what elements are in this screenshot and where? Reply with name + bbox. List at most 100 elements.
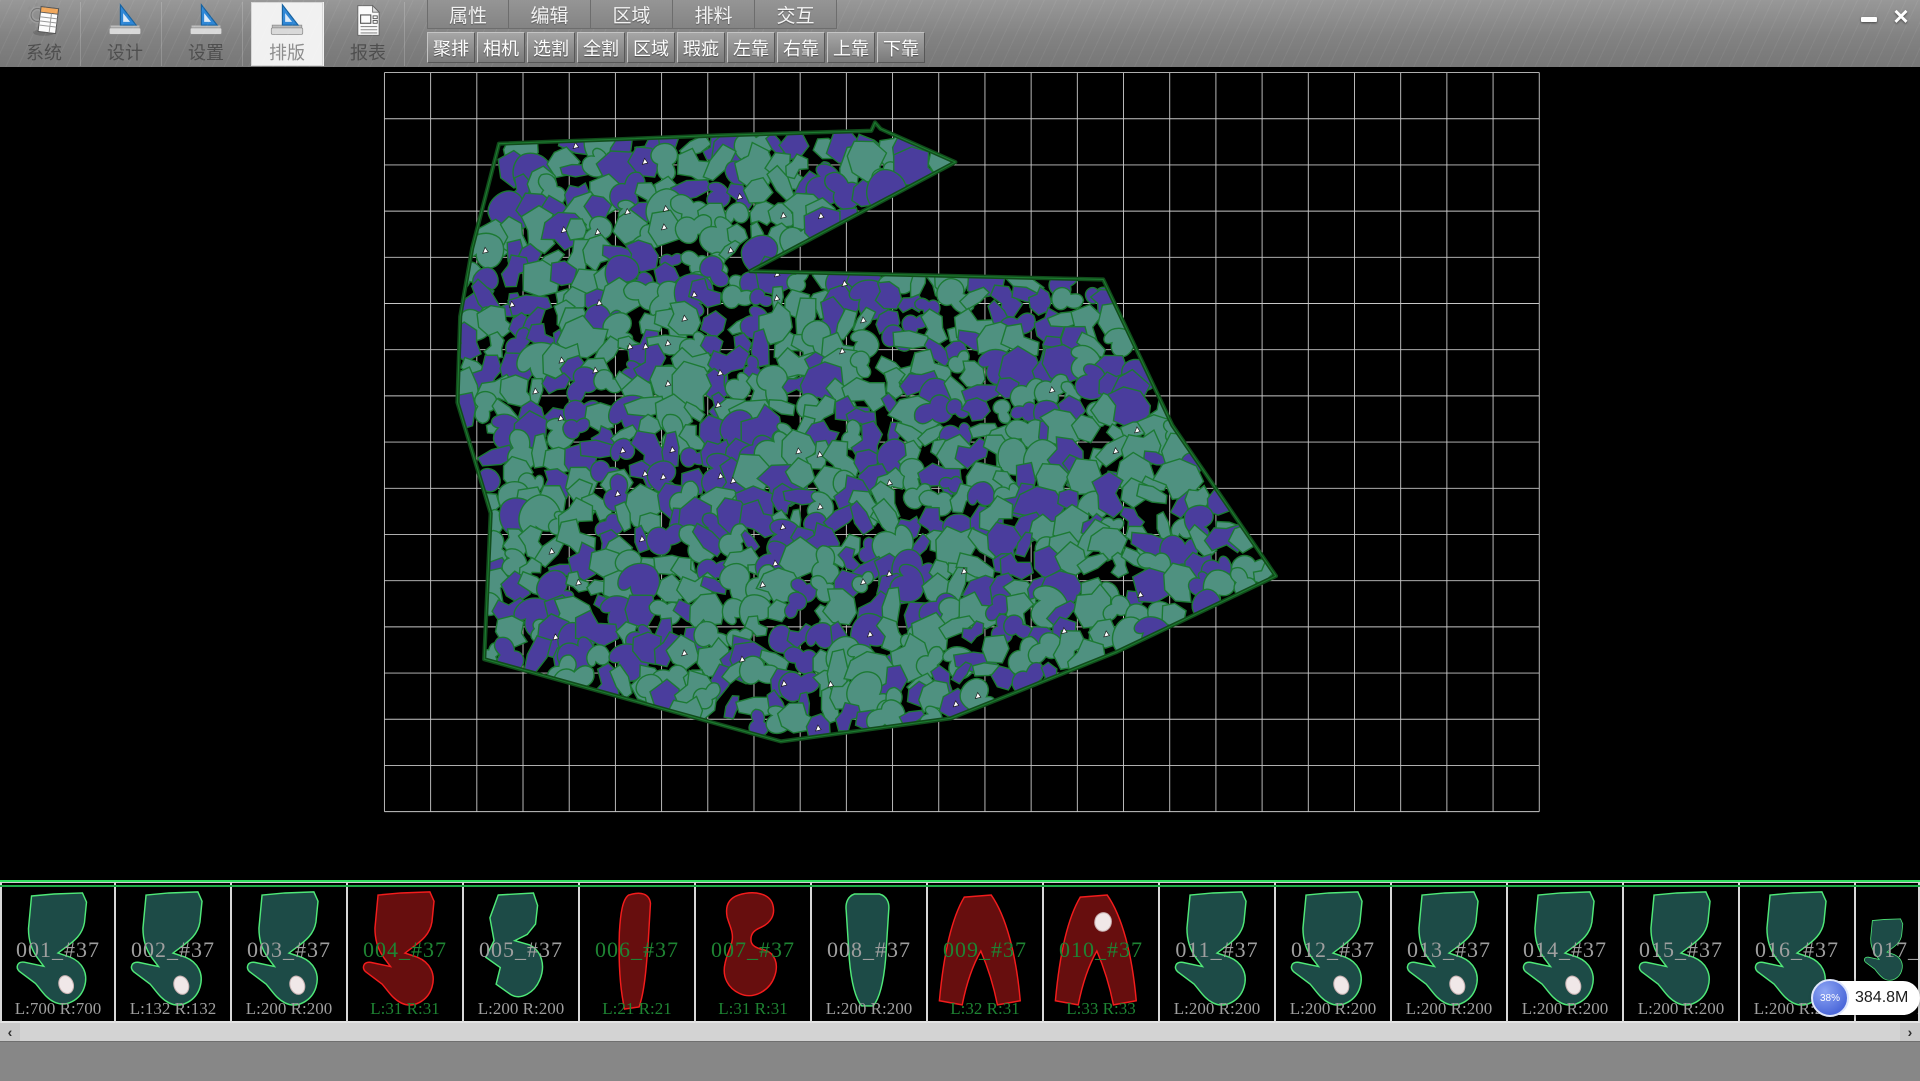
piece-id-label: 002_#37: [116, 937, 230, 963]
app-button-label: 排版: [269, 39, 305, 65]
piece-id-label: 004_#37: [348, 937, 462, 963]
tool-cluster-nest[interactable]: 聚排: [427, 32, 475, 63]
piece-id-label: 006_#37: [580, 937, 694, 963]
tool-region[interactable]: 区域: [627, 32, 675, 63]
horizontal-scrollbar[interactable]: ‹ ›: [0, 1023, 1920, 1041]
close-icon: ×: [1893, 3, 1908, 29]
piece-lr-count: L:200 R:200: [232, 999, 346, 1019]
piece-lr-count: L:700 R:700: [2, 999, 114, 1019]
piece-lr-count: L:132 R:132: [116, 999, 230, 1019]
design-icon: [105, 2, 145, 39]
piece-thumbnail[interactable]: 011_#37 L:200 R:200: [1160, 882, 1276, 1023]
system-icon: [24, 2, 64, 39]
tool-snap-right[interactable]: 右靠: [777, 32, 825, 63]
minimize-icon: [1861, 17, 1877, 22]
piece-thumbnail[interactable]: 003_#37 L:200 R:200: [232, 882, 348, 1023]
scrollbar-track[interactable]: [20, 1023, 1900, 1041]
memory-value: 384.8M: [1855, 989, 1908, 1007]
piece-id-label: 013_#37: [1392, 937, 1506, 963]
piece-lr-count: L:200 R:200: [1276, 999, 1390, 1019]
layout-icon: [267, 2, 307, 39]
piece-lr-count: L:200 R:200: [1624, 999, 1738, 1019]
tool-snap-top[interactable]: 上靠: [827, 32, 875, 63]
piece-thumbnail[interactable]: 007_#37 L:31 R:31: [696, 882, 812, 1023]
piece-thumbnail[interactable]: 004_#37 L:31 R:31: [348, 882, 464, 1023]
piece-lr-count: L:31 R:31: [348, 999, 462, 1019]
piece-id-label: 008_#37: [812, 937, 926, 963]
tool-select-cut[interactable]: 选割: [527, 32, 575, 63]
piece-thumbnail[interactable]: 009_#37 L:32 R:31: [928, 882, 1044, 1023]
app-button-label: 设置: [188, 39, 224, 65]
status-bar: [0, 1041, 1920, 1081]
piece-id-label: 010_#37: [1044, 937, 1158, 963]
menu-tab-region[interactable]: 区域: [591, 0, 673, 29]
piece-id-label: 011_#37: [1160, 937, 1274, 963]
nesting-svg: [0, 67, 1920, 880]
piece-thumbnail[interactable]: 012_#37 L:200 R:200: [1276, 882, 1392, 1023]
piece-id-label: 003_#37: [232, 937, 346, 963]
piece-thumbnail[interactable]: 014_#37 L:200 R:200: [1508, 882, 1624, 1023]
piece-thumbnail[interactable]: 001_#37 L:700 R:700: [0, 882, 116, 1023]
piece-lr-count: L:200 R:200: [1160, 999, 1274, 1019]
app-button-label: 报表: [350, 39, 386, 65]
scroll-left-arrow[interactable]: ‹: [0, 1023, 20, 1041]
menu-tab-properties[interactable]: 属性: [427, 0, 509, 29]
tool-snap-left[interactable]: 左靠: [727, 32, 775, 63]
piece-id-label: 007_#37: [696, 937, 810, 963]
tool-snap-bottom[interactable]: 下靠: [877, 32, 925, 63]
piece-id-label: 014_#37: [1508, 937, 1622, 963]
toolbar: 系统 设计 设置: [0, 0, 1920, 67]
piece-thumbnail[interactable]: 013_#37 L:200 R:200: [1392, 882, 1508, 1023]
nesting-canvas[interactable]: [0, 67, 1920, 880]
settings-icon: [186, 2, 226, 39]
app-button-settings[interactable]: 设置: [170, 2, 243, 66]
piece-thumbnail[interactable]: 015_#37 L:200 R:200: [1624, 882, 1740, 1023]
piece-thumbnail[interactable]: 005_#37 L:200 R:200: [464, 882, 580, 1023]
piece-id-label: 005_#37: [464, 937, 578, 963]
piece-lr-count: L:200 R:200: [812, 999, 926, 1019]
menu-tab-interact[interactable]: 交互: [755, 0, 837, 29]
piece-lr-count: L:200 R:200: [464, 999, 578, 1019]
tool-button-bar: 聚排相机选割全割区域瑕疵左靠右靠上靠下靠: [427, 32, 927, 63]
piece-thumbnail[interactable]: 006_#37 L:21 R:21: [580, 882, 696, 1023]
piece-lr-count: L:31 R:31: [696, 999, 810, 1019]
close-button[interactable]: ×: [1887, 3, 1915, 28]
scroll-right-arrow[interactable]: ›: [1900, 1023, 1920, 1041]
piece-lr-count: L:32 R:31: [928, 999, 1042, 1019]
tool-cut-all[interactable]: 全割: [577, 32, 625, 63]
piece-id-label: 009_#37: [928, 937, 1042, 963]
progress-circle: 38%: [1811, 979, 1849, 1017]
menu-and-tools: 属性编辑区域排料交互 聚排相机选割全割区域瑕疵左靠右靠上靠下靠: [427, 0, 927, 63]
application-window: 系统 设计 设置: [0, 0, 1920, 1080]
menu-tab-bar: 属性编辑区域排料交互: [427, 0, 927, 29]
tool-defect[interactable]: 瑕疵: [677, 32, 725, 63]
app-button-report[interactable]: 报表: [332, 2, 405, 66]
app-button-design[interactable]: 设计: [89, 2, 162, 66]
piece-lr-count: L:21 R:21: [580, 999, 694, 1019]
app-button-system[interactable]: 系统: [8, 2, 81, 66]
piece-lr-count: L:200 R:200: [1392, 999, 1506, 1019]
memory-usage-badge: 38% 384.8M: [1813, 981, 1920, 1015]
app-button-layout[interactable]: 排版: [251, 2, 324, 66]
piece-id-label: 017_#37: [1856, 937, 1920, 963]
piece-thumbnail-strip: 001_#37L:700 R:700002_#37L:132 R:132003_…: [0, 880, 1920, 1023]
app-button-label: 系统: [26, 39, 62, 65]
piece-lr-count: L:200 R:200: [1508, 999, 1622, 1019]
minimize-button[interactable]: [1855, 3, 1883, 28]
progress-percent: 38%: [1820, 993, 1840, 1004]
app-button-group: 系统 设计 设置: [0, 0, 405, 67]
piece-id-label: 015_#37: [1624, 937, 1738, 963]
tool-camera[interactable]: 相机: [477, 32, 525, 63]
report-icon: [348, 2, 388, 39]
menu-tab-nesting[interactable]: 排料: [673, 0, 755, 29]
piece-id-label: 016_#37: [1740, 937, 1854, 963]
piece-id-label: 012_#37: [1276, 937, 1390, 963]
menu-tab-edit[interactable]: 编辑: [509, 0, 591, 29]
piece-thumbnail[interactable]: 008_#37 L:200 R:200: [812, 882, 928, 1023]
piece-thumbnail[interactable]: 010_#37 L:33 R:33: [1044, 882, 1160, 1023]
app-button-label: 设计: [107, 39, 143, 65]
window-controls: ×: [1855, 3, 1915, 28]
piece-thumbnail[interactable]: 002_#37 L:132 R:132: [116, 882, 232, 1023]
piece-lr-count: L:33 R:33: [1044, 999, 1158, 1019]
piece-id-label: 001_#37: [2, 937, 114, 963]
